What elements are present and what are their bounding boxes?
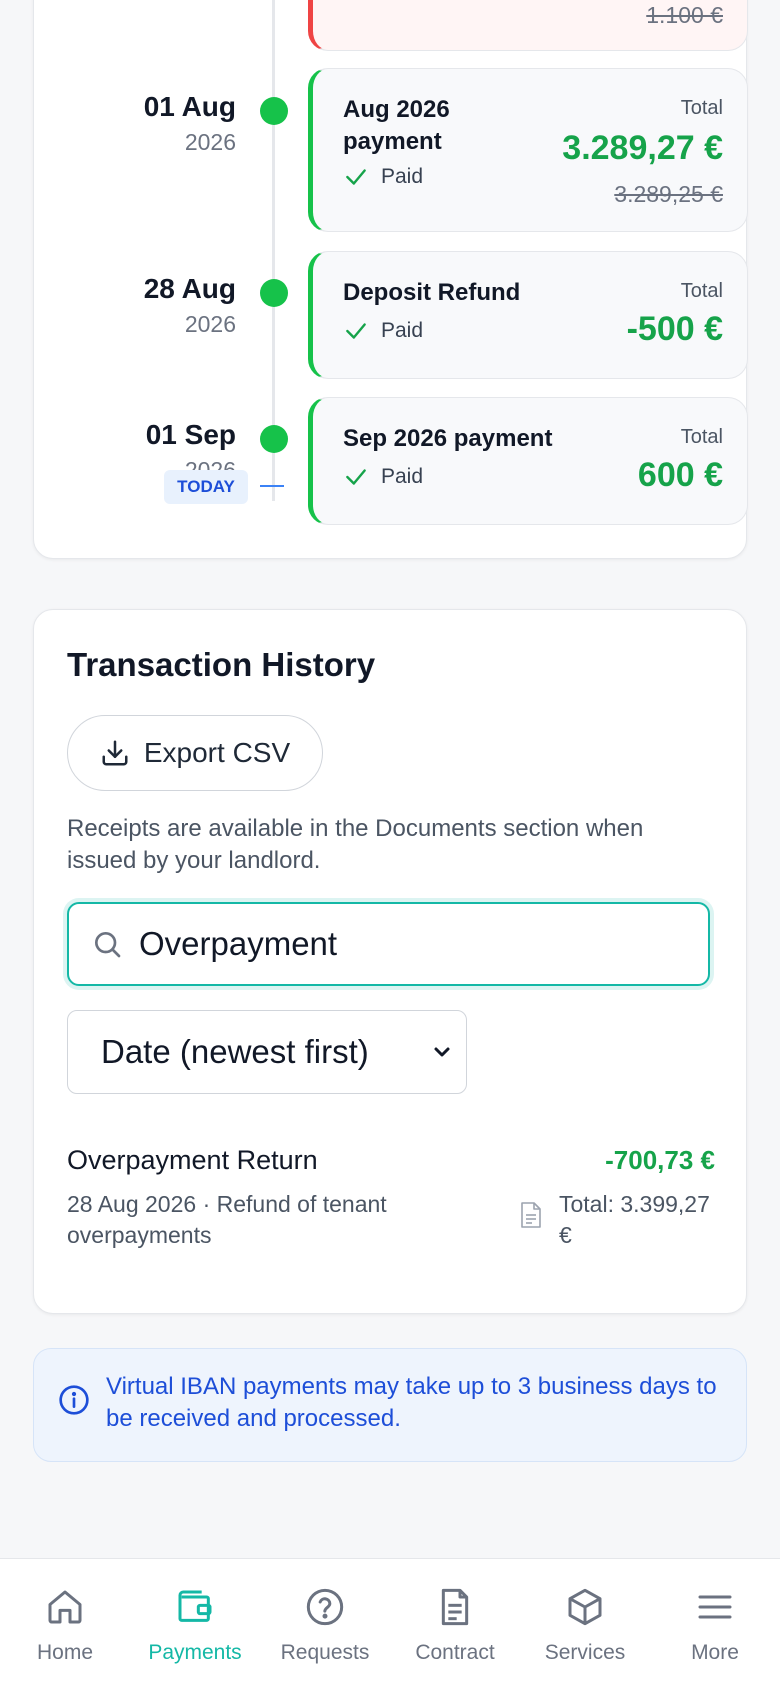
box-icon xyxy=(568,1588,602,1626)
timeline-date: 01 Aug 2026 xyxy=(94,91,236,158)
payment-status: Paid xyxy=(343,164,423,190)
sort-selected-value: Date (newest first) xyxy=(101,1033,369,1070)
payment-status: Paid xyxy=(343,464,423,490)
timeline-dot xyxy=(260,425,288,453)
payment-total-label: Total xyxy=(680,426,723,448)
chevron-down-icon xyxy=(434,1047,450,1057)
section-title: Transaction History xyxy=(67,646,376,683)
transaction-history-card: Transaction History Export CSV Receipts … xyxy=(33,609,747,1314)
search-icon xyxy=(95,932,121,958)
payment-amount: 600 € xyxy=(637,456,723,494)
check-icon xyxy=(346,323,366,339)
payment-amount: -500 € xyxy=(626,310,723,348)
payment-title: Sep 2026 payment xyxy=(343,425,553,452)
timeline-year: 2026 xyxy=(184,129,236,155)
today-badge: TODAY xyxy=(164,470,248,504)
payment-card[interactable]: Sep 2026 payment Paid Total 600 € xyxy=(308,397,748,525)
transaction-total: Total: 3.399,27 € xyxy=(559,1191,710,1248)
nav-label: Contract xyxy=(415,1641,495,1664)
nav-item-services[interactable]: Services xyxy=(520,1587,650,1665)
today-marker-line xyxy=(260,485,284,487)
sort-select[interactable]: Date (newest first) xyxy=(67,1010,467,1094)
export-csv-label: Export CSV xyxy=(143,737,291,768)
timeline-year: 2026 xyxy=(184,311,236,337)
nav-item-contract[interactable]: Contract xyxy=(390,1587,520,1665)
document-icon xyxy=(441,1588,469,1626)
payment-amount: 3.289,27 € xyxy=(562,129,723,167)
help-circle-icon xyxy=(306,1588,344,1626)
payment-title: Aug 2026 payment xyxy=(343,96,450,155)
transaction-row[interactable]: Overpayment Return -700,73 € 28 Aug 2026… xyxy=(67,1145,715,1265)
timeline-day: 01 Sep xyxy=(145,419,236,450)
nav-item-more[interactable]: More xyxy=(650,1587,780,1665)
nav-item-requests[interactable]: Requests xyxy=(260,1587,390,1665)
payment-timeline-card: 1.100 € 01 Aug 2026 Aug 2026 payment Pai… xyxy=(33,0,748,559)
check-icon xyxy=(346,469,366,485)
payment-status-label: Paid xyxy=(381,319,424,342)
home-icon xyxy=(48,1590,82,1624)
menu-icon xyxy=(698,1595,732,1619)
payment-status-label: Paid xyxy=(381,165,424,188)
transaction-meta: 28 Aug 2026 · Refund of tenant overpayme… xyxy=(67,1191,387,1248)
transaction-name: Overpayment Return xyxy=(67,1145,318,1175)
info-banner: Virtual IBAN payments may take up to 3 b… xyxy=(33,1348,747,1462)
info-text: Virtual IBAN payments may take up to 3 b… xyxy=(106,1373,717,1432)
timeline-day: 01 Aug xyxy=(143,91,236,122)
timeline-day: 28 Aug xyxy=(143,273,236,304)
nav-label: Services xyxy=(544,1641,626,1664)
payment-card[interactable]: Deposit Refund Paid Total -500 € xyxy=(308,251,748,379)
payment-total-label: Total xyxy=(680,97,723,119)
document-icon xyxy=(521,1202,541,1228)
download-icon xyxy=(102,740,128,766)
payment-title: Deposit Refund xyxy=(343,279,521,306)
nav-label: Requests xyxy=(280,1641,370,1664)
payment-old-amount: 1.100 € xyxy=(646,2,723,28)
info-icon xyxy=(59,1385,89,1415)
timeline-dot xyxy=(260,279,288,307)
nav-label: Payments xyxy=(148,1641,242,1664)
nav-item-payments[interactable]: Payments xyxy=(130,1587,260,1665)
wallet-icon xyxy=(178,1590,212,1622)
nav-label: Home xyxy=(36,1641,94,1664)
nav-label: More xyxy=(691,1641,739,1664)
check-icon xyxy=(346,169,366,185)
payment-old-amount: 3.289,25 € xyxy=(614,181,723,207)
payment-total-label: Total xyxy=(680,280,723,302)
bottom-nav: Home Payments Requests Contract Services… xyxy=(0,1558,780,1688)
nav-item-home[interactable]: Home xyxy=(0,1587,130,1665)
receipt-note: Receipts are available in the Documents … xyxy=(67,815,644,874)
payment-card[interactable]: Aug 2026 payment Paid Total 3.289,27 € 3… xyxy=(308,68,748,232)
payment-card[interactable]: 1.100 € xyxy=(308,0,748,51)
search-field[interactable] xyxy=(67,902,710,986)
export-csv-button[interactable]: Export CSV xyxy=(67,715,323,791)
payment-status: Paid xyxy=(343,318,423,344)
transaction-amount: -700,73 € xyxy=(605,1145,715,1175)
timeline-dot xyxy=(260,97,288,125)
timeline-date: 28 Aug 2026 xyxy=(94,273,236,340)
payment-status-label: Paid xyxy=(381,465,424,488)
search-input[interactable] xyxy=(139,925,679,963)
